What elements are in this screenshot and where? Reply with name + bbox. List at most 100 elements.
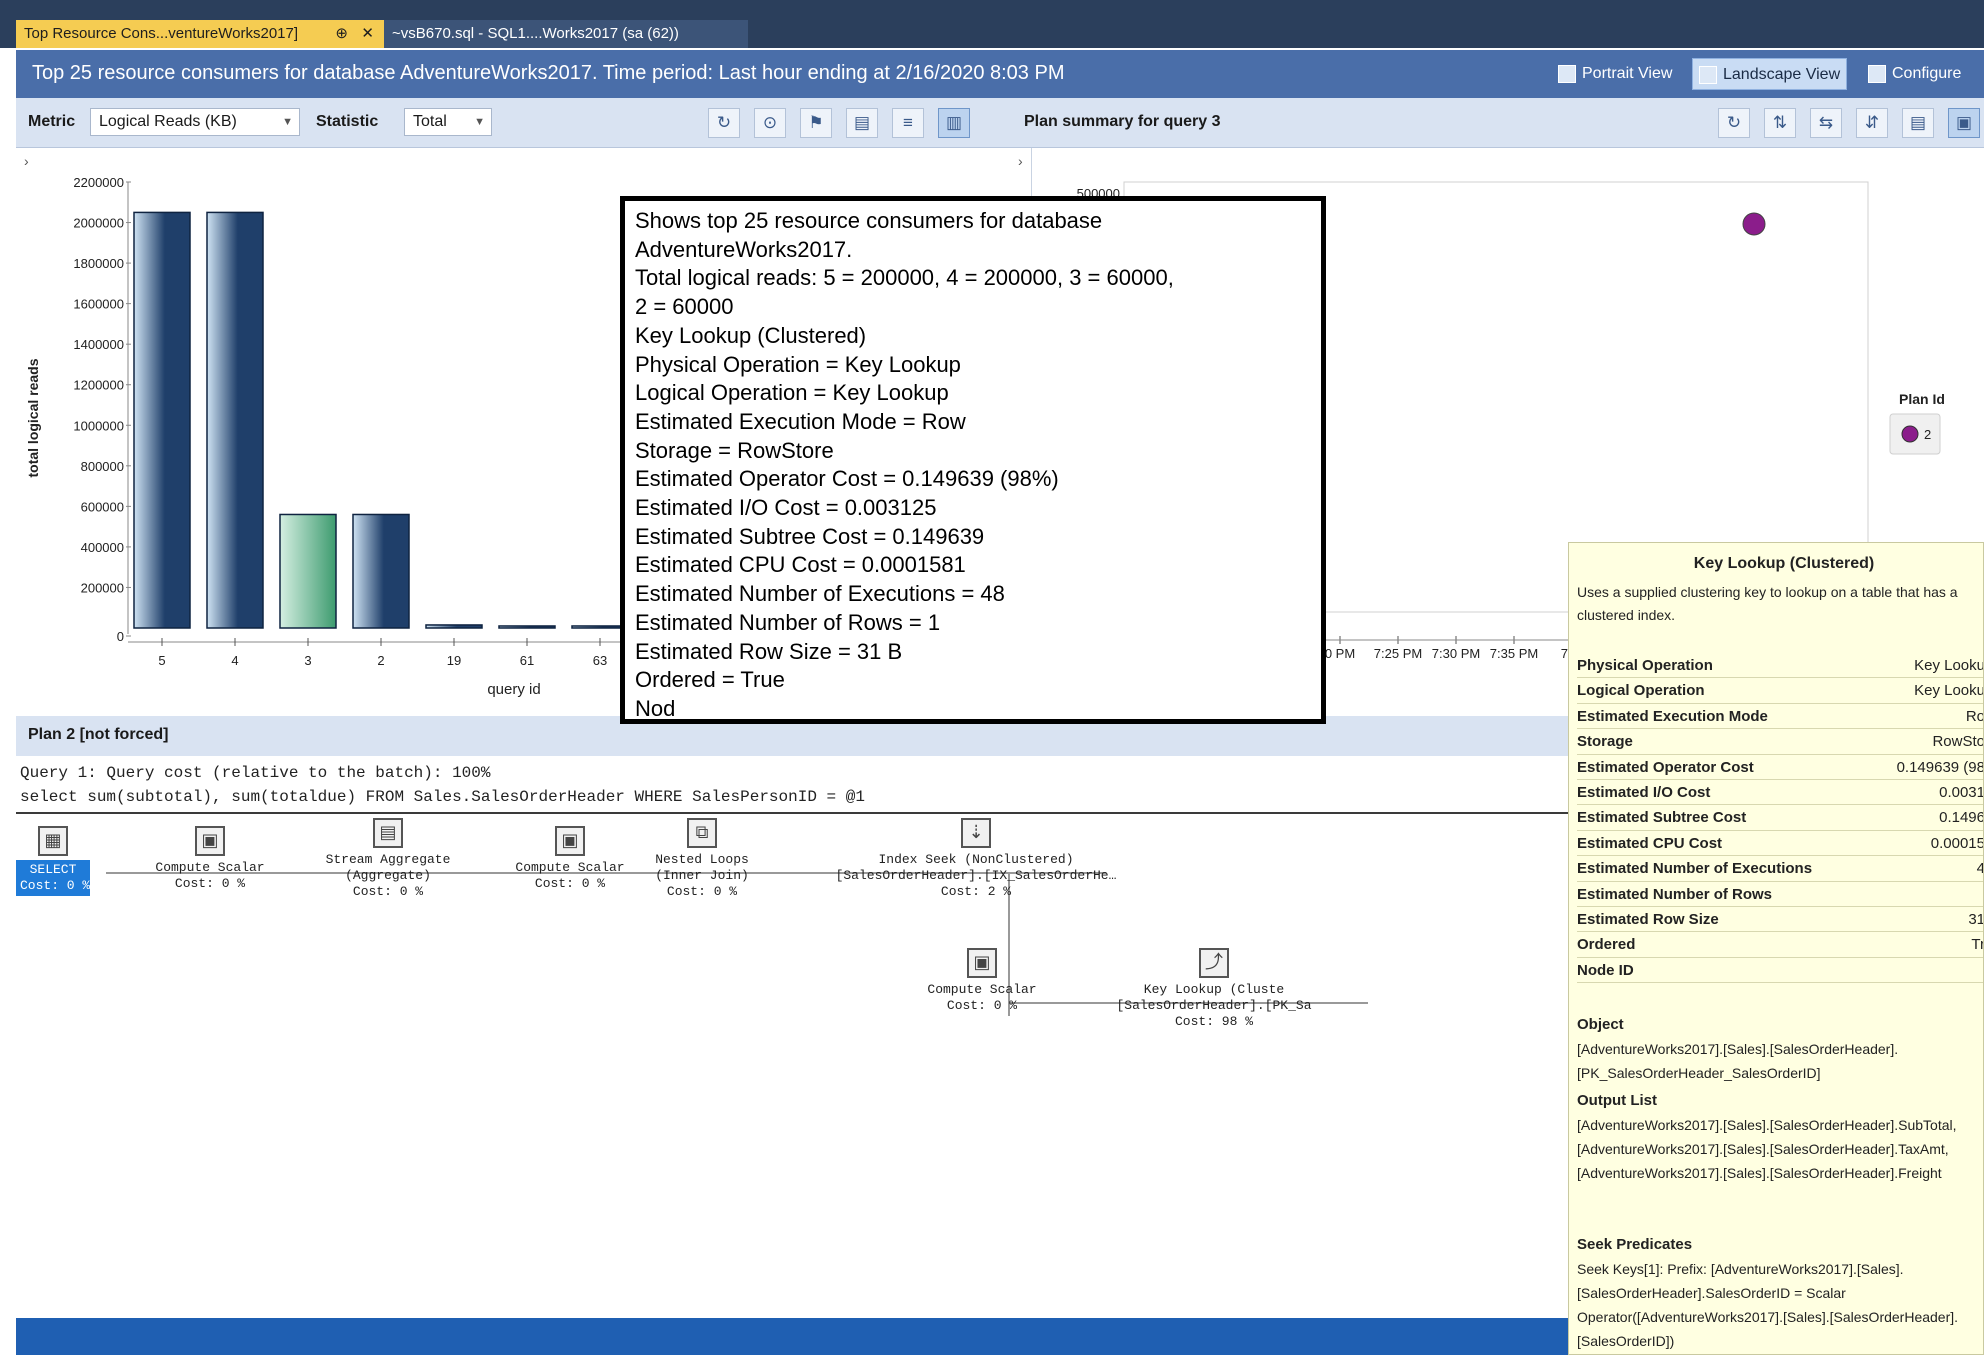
property-name: Node ID [1577,961,1634,979]
tooltip-property-row: Node ID [1577,958,1983,984]
chart-button[interactable]: ▥ [938,108,970,138]
key-lookup-icon: ⤴ [1199,948,1229,978]
property-value: 0.149639 (98 [1896,758,1984,776]
plan-node-index-seek[interactable]: ⇣ Index Seek (NonClustered) [SalesOrderHe… [806,818,1146,900]
select-icon: ▦ [38,826,68,856]
property-value: 4 [1977,856,1983,881]
legend-swatch [1901,425,1919,443]
property-value: Ro [1965,707,1984,725]
report-header: Top 25 resource consumers for database A… [16,50,1984,98]
tooltip-line: 2 = 60000 [635,294,734,320]
landscape-view-button[interactable]: Landscape View [1692,58,1848,90]
compare-button[interactable]: ⇅ [1764,108,1796,138]
track-button[interactable]: ⚑ [800,108,832,138]
tooltip-line: Estimated Execution Mode = Row [635,408,966,434]
tooltip-line: Ordered = True [635,667,785,693]
x-tick-label: 61 [520,653,534,668]
tooltip-line: AdventureWorks2017. [635,236,853,262]
tooltip-property-row: Estimated Operator Cost 0.149639 (98 [1577,755,1984,780]
tooltip-property-row: Estimated Subtree Cost 0.1496 [1577,805,1983,831]
plan-node-key-lookup[interactable]: ⤴ Key Lookup (Cluste [SalesOrderHeader].[… [1034,948,1394,1030]
query-sql-line: select sum(subtotal), sum(totaldue) FROM… [20,788,865,806]
property-name: Estimated Operator Cost [1577,758,1754,776]
property-name: Logical Operation [1577,682,1705,700]
pin-icon[interactable]: ⊕ [335,20,348,48]
statistic-value: Total [413,113,447,130]
force-plan-button[interactable]: ⇆ [1810,108,1842,138]
tooltip-line: Logical Operation = Key Lookup [635,380,949,406]
portrait-view-button[interactable]: Portrait View [1552,58,1678,90]
plan-node-stream-aggregate[interactable]: ▤ Stream Aggregate (Aggregate) Cost: 0 % [298,818,478,900]
configure-button[interactable]: Configure [1862,58,1967,90]
tooltip-title: Key Lookup (Clustered) [1693,555,1875,572]
metric-select[interactable]: Logical Reads (KB) ▼ [90,108,300,136]
refresh-button[interactable]: ↻ [708,108,740,138]
tooltip-property-row: Estimated Row Size 31 [1577,907,1983,933]
target-button[interactable]: ⊙ [754,108,786,138]
tooltip-line: Estimated I/O Cost = 0.003125 [635,495,937,521]
unforce-plan-button[interactable]: ⇵ [1856,108,1888,138]
refresh-icon: ↻ [1726,113,1742,132]
bar-query-2[interactable] [352,513,410,629]
tooltip-object-section: Object [AdventureWorks2017].[Sales].[Sal… [1577,1013,1983,1085]
tooltip-line: Nod [635,695,676,721]
plan-node-label: Nested Loops (Inner Join) Cost: 0 % [655,852,749,899]
property-name: Physical Operation [1577,657,1713,674]
tooltip-property-row: Estimated I/O Cost 0.0031 [1577,780,1984,806]
collapse-chevron-icon[interactable]: › [24,153,29,169]
tooltip-line: Estimated Number of Executions = 48 [635,581,1005,607]
property-name: Ordered [1577,936,1636,954]
plan-node-select[interactable]: ▦ SELECT Cost: 0 % [16,826,90,896]
refresh-icon: ↻ [716,113,732,132]
output-list-heading: Output List [1577,1092,1657,1109]
tooltip-line: Key Lookup (Clustered) [635,322,867,348]
bar-query-19[interactable] [425,624,483,629]
object-value: [AdventureWorks2017].[Sales].[SalesOrder… [1577,1041,1899,1081]
chart-icon: ▣ [1955,113,1973,132]
plan-node-label: Index Seek (NonClustered) [SalesOrderHea… [835,852,1117,899]
tab-sql-query[interactable]: ~vsB670.sql - SQL1....Works2017 (sa (62)… [384,20,748,48]
grid-button[interactable]: ▤ [846,108,878,138]
tooltip-output-section: Output List [AdventureWorks2017].[Sales]… [1577,1089,1983,1185]
x-tick-label: 7:30 PM [1432,646,1480,661]
tooltip-line: Shows top 25 resource consumers for data… [635,208,1103,233]
tooltip-property-row: Estimated Execution Mode Ro [1577,704,1984,730]
bar-query-5[interactable] [133,211,191,629]
y-tick-label: 1800000 [73,256,124,271]
legend-title: Plan Id [1899,391,1945,407]
plan-node-nested-loops[interactable]: ⧉ Nested Loops (Inner Join) Cost: 0 % [632,818,772,900]
refresh-button[interactable]: ↻ [1718,108,1750,138]
seek-predicates-heading: Seek Predicates [1577,1236,1693,1253]
compare-icon: ⇅ [1772,113,1788,132]
tab-top-resource-consumers[interactable]: Top Resource Cons...ventureWorks2017] ⊕ … [16,20,384,48]
unforce-plan-icon: ⇵ [1864,113,1880,132]
close-icon[interactable]: ✕ [361,20,374,48]
grid-icon: ▤ [1909,113,1927,132]
expand-chevron-icon[interactable]: › [1018,153,1023,169]
x-tick-label: 5 [158,653,165,668]
tooltip-property-row: Estimated CPU Cost 0.00015 [1577,831,1983,857]
bar-query-3[interactable] [279,513,337,629]
bar-query-4[interactable] [206,211,264,629]
operator-tooltip: Key Lookup (Clustered) Uses a supplied c… [1568,542,1984,1355]
plan-node-compute-scalar[interactable]: ▣ Compute Scalar Cost: 0 % [140,826,280,892]
statistic-select[interactable]: Total ▼ [404,108,492,136]
property-name: Storage [1577,733,1633,751]
query-cost-line: Query 1: Query cost (relative to the bat… [20,764,491,782]
property-name: Estimated Execution Mode [1577,707,1768,725]
tooltip-line: Storage = RowStore [635,437,834,463]
property-value: 0.0031 [1939,783,1984,801]
bar-query-61[interactable] [498,625,556,629]
target-icon: ⊙ [762,113,778,132]
list-button[interactable]: ≡ [892,108,924,138]
nested-loops-icon: ⧉ [687,818,717,848]
chart-button[interactable]: ▣ [1948,108,1980,138]
grid-button[interactable]: ▤ [1902,108,1934,138]
property-name: Estimated CPU Cost [1577,834,1723,852]
x-tick-label: 4 [231,653,238,668]
property-name: Estimated Row Size [1577,910,1719,928]
tooltip-property-row: Storage RowSto [1577,729,1983,755]
plan-data-point[interactable] [1742,212,1766,236]
plan-node-compute-scalar[interactable]: ▣ Compute Scalar Cost: 0 % [500,826,640,892]
property-value: Key Looku [1914,657,1984,674]
